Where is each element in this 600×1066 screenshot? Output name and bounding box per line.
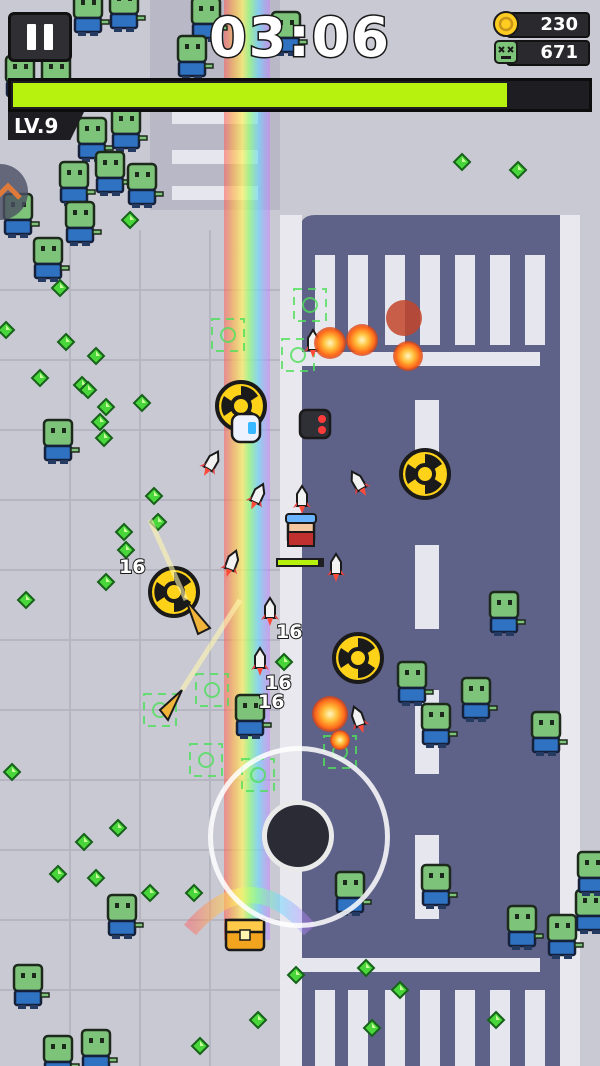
drone-white [230,412,262,444]
coin-counter: 230 [493,11,590,38]
drone-red [298,408,332,440]
kill-count: 671 [540,42,578,63]
treasure-chest [224,918,266,952]
xp-bar [8,78,592,112]
joystick-knob[interactable] [262,800,334,872]
coin-icon [493,11,519,37]
damage-number: 16 [118,555,146,579]
damage-number: 16 [257,690,285,714]
xp-bar-fill [13,83,507,107]
zombie-skull-icon [494,40,518,64]
damage-number: 16 [275,620,303,644]
coin-count: 230 [540,14,578,35]
kill-counter: 671 [494,40,590,66]
match-timer: 03:06 [208,5,391,71]
pause-icon [23,24,57,50]
pause-button[interactable] [8,12,72,62]
